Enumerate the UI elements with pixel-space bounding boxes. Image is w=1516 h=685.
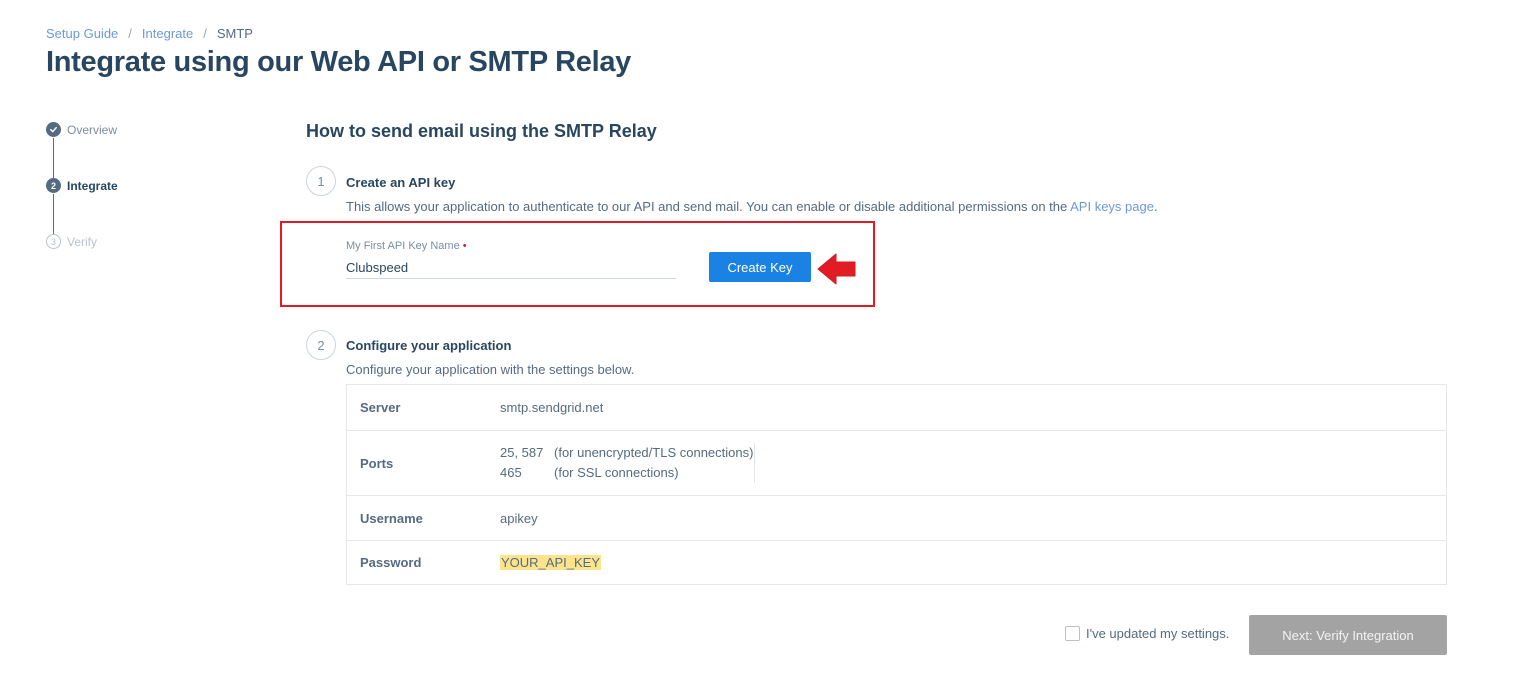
breadcrumb: Setup Guide / Integrate / SMTP xyxy=(46,26,253,41)
step-number-circle: 2 xyxy=(306,330,336,360)
progress-stepper: Overview 2 Integrate 3 Verify xyxy=(46,122,246,262)
stepper-connector xyxy=(53,194,54,234)
password-value: YOUR_API_KEY xyxy=(500,555,601,570)
table-row: Username apikey xyxy=(347,495,1446,540)
api-keys-page-link[interactable]: API keys page xyxy=(1070,199,1154,214)
checkbox-label: I've updated my settings. xyxy=(1086,626,1230,641)
description-period: . xyxy=(1153,199,1158,214)
table-row: Server smtp.sendgrid.net xyxy=(347,385,1446,430)
row-key: Server xyxy=(360,400,401,415)
step-title: Configure your application xyxy=(346,338,512,353)
port-number: 25, 587 xyxy=(500,445,544,460)
row-key: Password xyxy=(360,555,422,570)
description-text: This allows your application to authenti… xyxy=(346,199,1068,214)
ports-value: 25, 587 465 (for unencrypted/TLS connect… xyxy=(500,443,756,483)
api-key-placeholder: YOUR_API_KEY xyxy=(500,555,601,570)
port-note: (for SSL connections) xyxy=(554,465,679,480)
stepper-step-label: Verify xyxy=(67,234,98,249)
field-label-text: My First API Key Name xyxy=(346,240,460,252)
api-key-name-input[interactable] xyxy=(346,257,676,279)
page-title: Integrate using our Web API or SMTP Rela… xyxy=(46,46,631,78)
api-key-name-label: My First API Key Name • xyxy=(346,240,467,252)
settings-updated-checkbox[interactable] xyxy=(1065,626,1080,641)
step-title: Create an API key xyxy=(346,175,456,190)
arrow-left-icon xyxy=(817,253,856,285)
server-value: smtp.sendgrid.net xyxy=(500,400,604,415)
step-description: Configure your application with the sett… xyxy=(346,362,635,377)
row-key: Ports xyxy=(360,455,394,471)
table-row: Ports 25, 587 465 (for unencrypted/TLS c… xyxy=(347,430,1446,495)
stepper-step-label: Integrate xyxy=(67,178,118,193)
stepper-step-overview[interactable]: Overview xyxy=(46,122,117,137)
breadcrumb-separator: / xyxy=(203,26,207,41)
step-description: This allows your application to authenti… xyxy=(346,199,1158,214)
create-key-button[interactable]: Create Key xyxy=(709,252,811,282)
step-number-badge: 3 xyxy=(46,234,61,249)
required-indicator: • xyxy=(462,240,467,252)
section-title: How to send email using the SMTP Relay xyxy=(306,121,657,141)
port-number: 465 xyxy=(500,465,522,480)
port-notes: (for unencrypted/TLS connections) (for S… xyxy=(554,443,753,483)
breadcrumb-separator: / xyxy=(128,26,132,41)
port-numbers: 25, 587 465 xyxy=(500,443,554,483)
check-icon xyxy=(46,122,61,137)
breadcrumb-link-setup-guide[interactable]: Setup Guide xyxy=(46,26,118,41)
stepper-step-verify: 3 Verify xyxy=(46,234,97,249)
username-value: apikey xyxy=(500,510,538,526)
step-number-circle: 1 xyxy=(306,166,336,196)
next-verify-integration-button[interactable]: Next: Verify Integration xyxy=(1249,615,1447,655)
row-key: Username xyxy=(360,510,423,526)
stepper-step-integrate[interactable]: 2 Integrate xyxy=(46,178,118,193)
stepper-step-label: Overview xyxy=(67,122,118,137)
smtp-settings-table: Server smtp.sendgrid.net Ports 25, 587 4… xyxy=(346,384,1447,585)
stepper-connector xyxy=(53,138,54,178)
port-note: (for unencrypted/TLS connections) xyxy=(554,445,754,460)
breadcrumb-link-integrate[interactable]: Integrate xyxy=(142,26,193,41)
breadcrumb-current: SMTP xyxy=(216,26,253,41)
settings-updated-confirm[interactable]: I've updated my settings. xyxy=(1065,626,1229,641)
table-row: Password YOUR_API_KEY xyxy=(347,540,1446,584)
step-number-badge: 2 xyxy=(46,178,61,193)
